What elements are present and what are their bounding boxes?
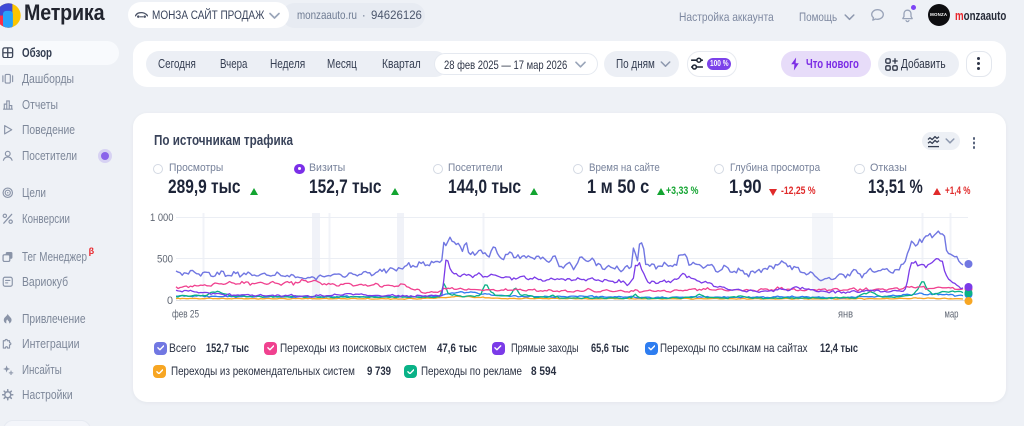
svg-text:мар: мар <box>945 309 959 321</box>
svg-text:янв: янв <box>838 309 853 321</box>
svg-text:500: 500 <box>157 254 173 266</box>
svg-text:0: 0 <box>167 295 173 307</box>
svg-text:1 000: 1 000 <box>150 212 174 224</box>
svg-text:фев 25: фев 25 <box>172 309 199 321</box>
